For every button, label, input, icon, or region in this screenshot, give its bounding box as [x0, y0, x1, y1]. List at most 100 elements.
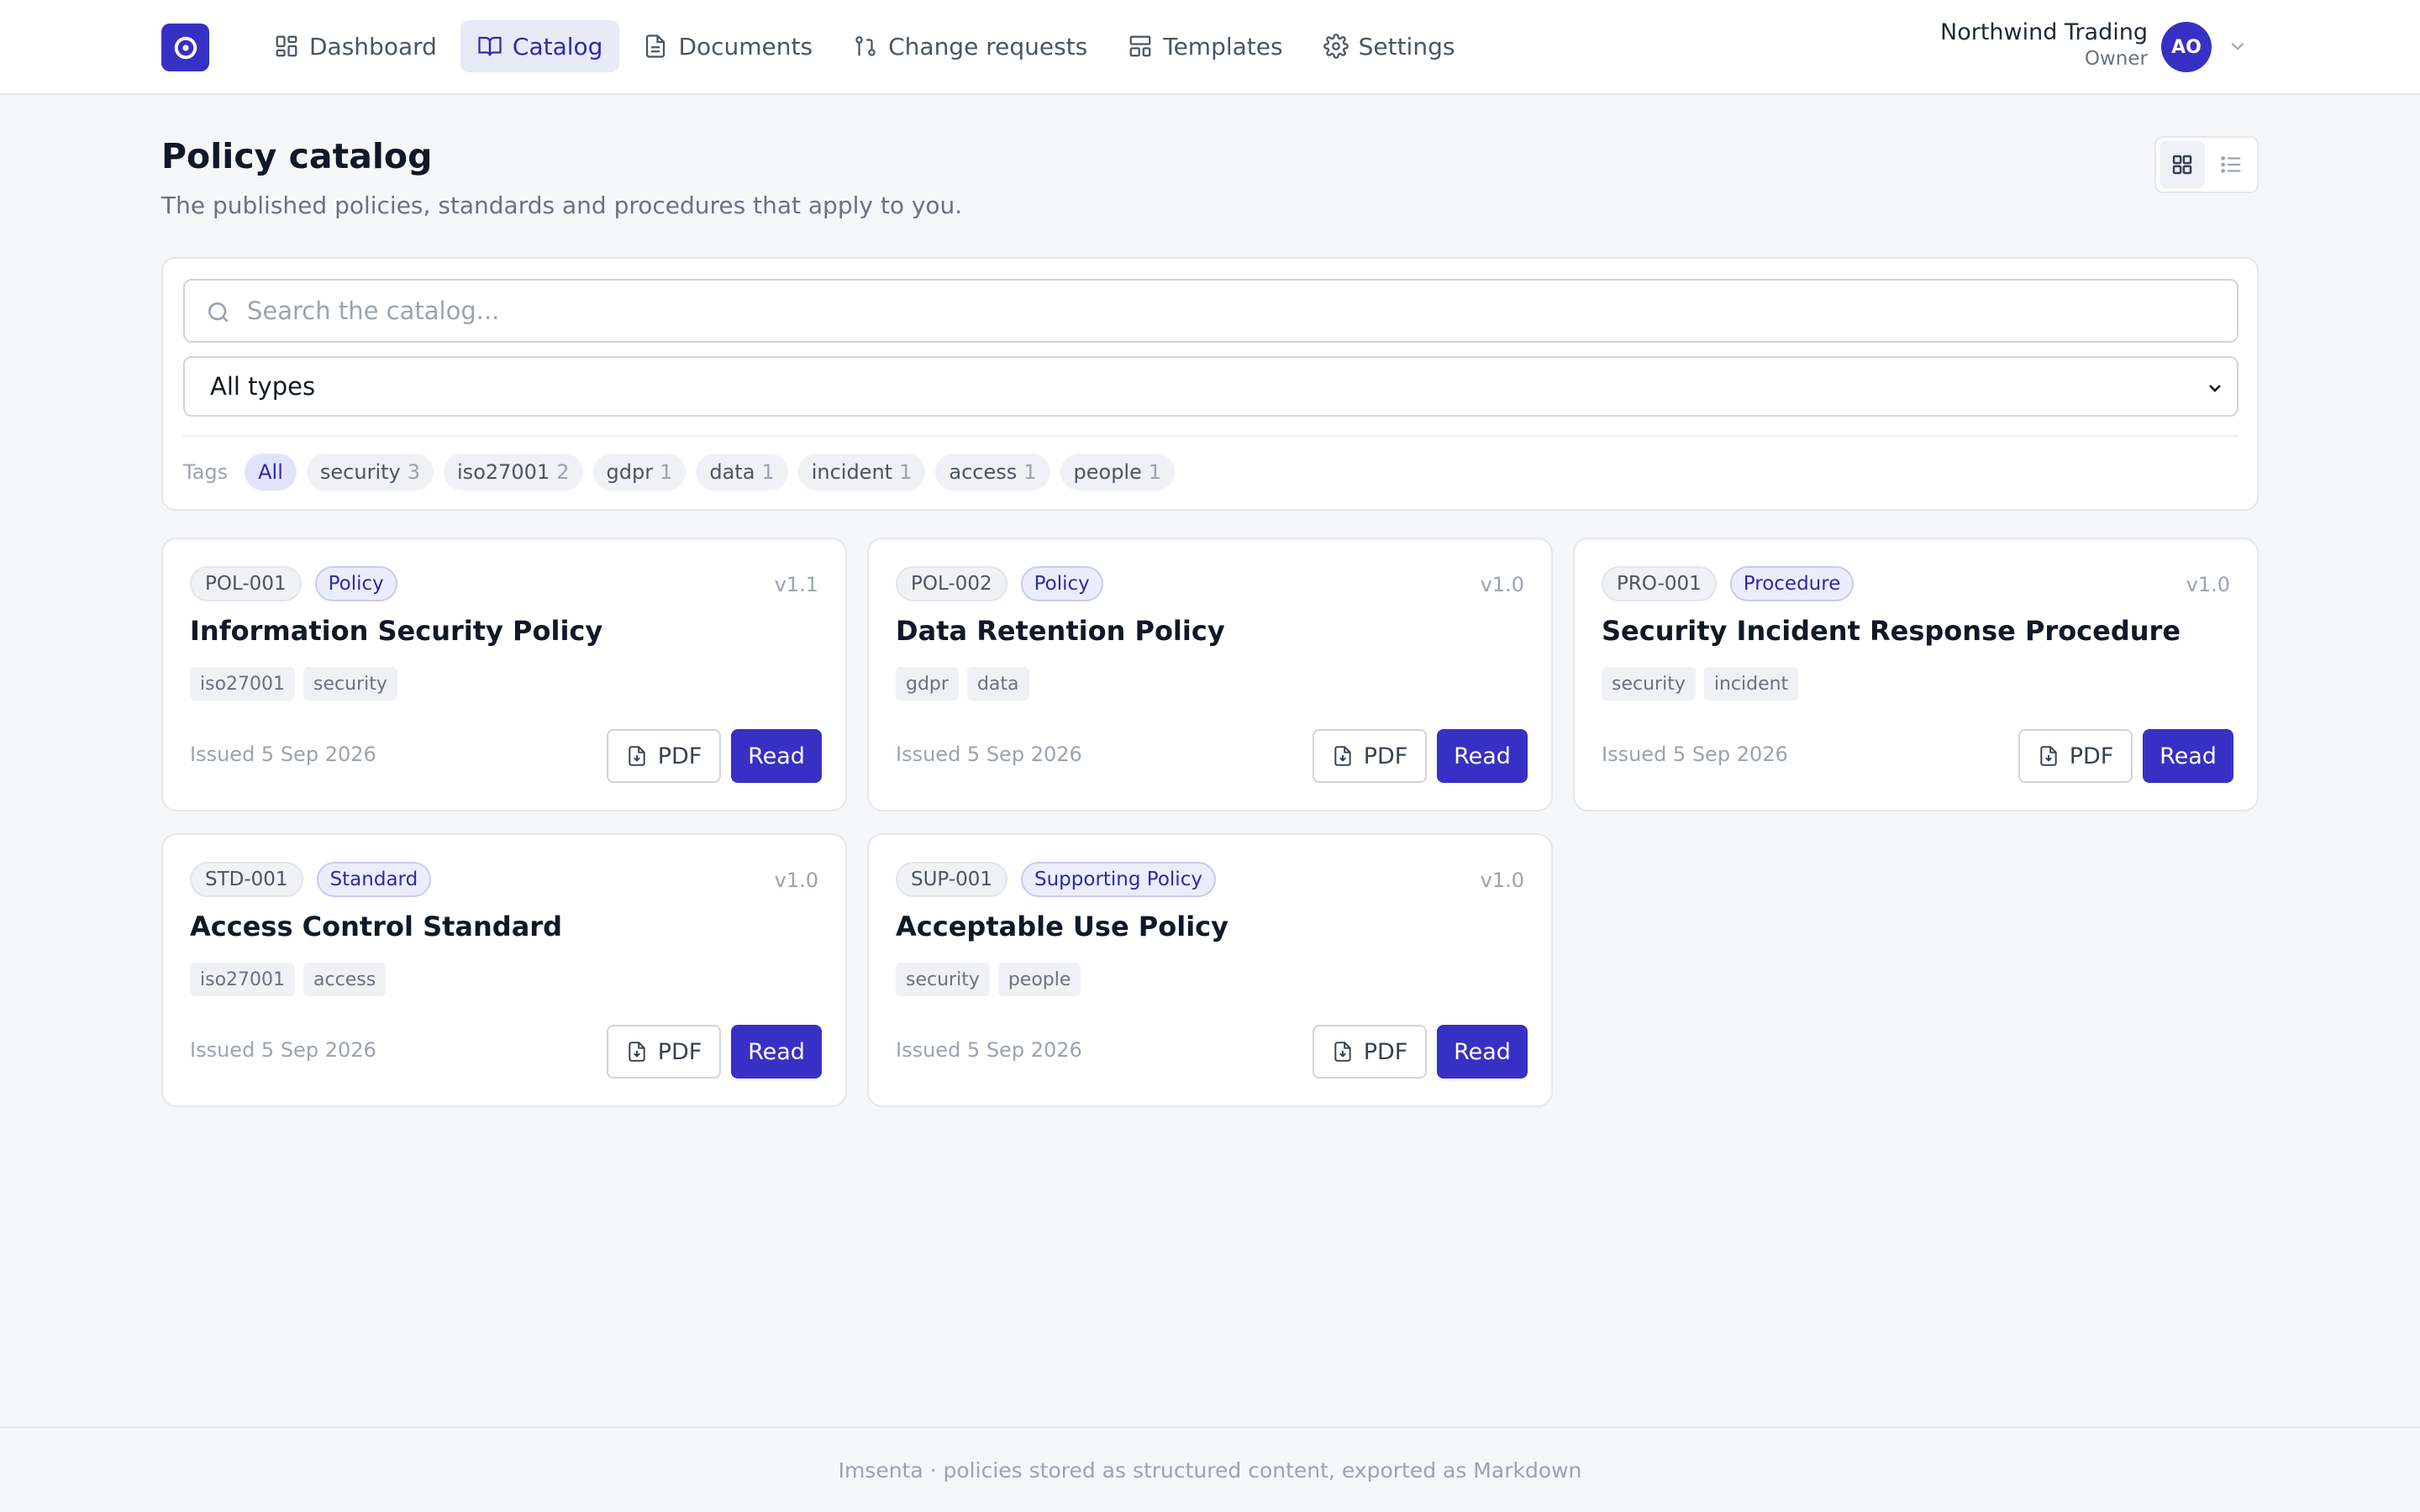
card-tag: security	[896, 963, 990, 996]
card-tag: gdpr	[896, 667, 959, 701]
nav-label: Templates	[1163, 32, 1283, 60]
footer-text: Imsenta · policies stored as structured …	[838, 1457, 1582, 1483]
tag-label: data	[709, 460, 755, 484]
nav-item-documents[interactable]: Documents	[626, 20, 829, 72]
card-tag: incident	[1703, 667, 1799, 701]
tag-label: people	[1073, 460, 1142, 484]
file-download-icon	[629, 1042, 645, 1062]
nav-item-dashboard[interactable]: Dashboard	[257, 20, 454, 72]
document-type-badge: Standard	[316, 862, 432, 897]
template-layout-icon	[1129, 35, 1151, 57]
card-title[interactable]: Data Retention Policy	[896, 615, 1225, 647]
file-download-icon	[1334, 746, 1351, 766]
pdf-download-button[interactable]: PDF	[607, 729, 721, 783]
policy-card[interactable]: POL-002 Policy v1.0 Data Retention Polic…	[867, 538, 1553, 811]
list-icon	[2221, 156, 2241, 173]
document-type-badge: Policy	[314, 566, 397, 601]
pdf-download-button[interactable]: PDF	[607, 1025, 721, 1079]
gear-icon	[1323, 34, 1349, 59]
top-navigation-bar: Dashboard Catalog Documents Change reque…	[0, 0, 2420, 95]
user-role: Owner	[2084, 48, 2148, 70]
tag-filter-data[interactable]: data 1	[696, 454, 788, 491]
tag-label: access	[949, 460, 1018, 484]
tag-label: All	[258, 460, 283, 484]
nav-label: Change requests	[888, 32, 1088, 60]
read-button[interactable]: Read	[1437, 1025, 1528, 1079]
nav-label: Catalog	[512, 32, 603, 60]
tag-count: 1	[899, 460, 913, 484]
org-name: Northwind Trading	[1940, 19, 2148, 45]
card-title[interactable]: Security Incident Response Procedure	[1602, 615, 2181, 647]
tag-label: gdpr	[606, 460, 654, 484]
version-label: v1.0	[2186, 573, 2230, 596]
list-view-button[interactable]	[2208, 141, 2254, 188]
tag-filter-gdpr[interactable]: gdpr 1	[592, 454, 687, 491]
pdf-download-button[interactable]: PDF	[2018, 729, 2133, 783]
app-logo-icon[interactable]	[161, 24, 209, 71]
grid-icon	[2172, 155, 2192, 175]
card-title[interactable]: Access Control Standard	[190, 911, 562, 942]
policy-card[interactable]: PRO-001 Procedure v1.0 Security Incident…	[1573, 538, 2259, 811]
tag-filter-access[interactable]: access 1	[935, 454, 1050, 491]
card-tag: security	[303, 667, 397, 701]
nav-item-templates[interactable]: Templates	[1111, 20, 1299, 72]
file-download-icon	[2040, 746, 2057, 766]
document-code-badge: POL-001	[190, 566, 302, 601]
tag-count: 1	[1148, 460, 1162, 484]
file-download-icon	[1334, 1042, 1351, 1062]
policy-card[interactable]: STD-001 Standard v1.0 Access Control Sta…	[161, 833, 847, 1107]
card-tag: data	[966, 667, 1029, 701]
read-button[interactable]: Read	[731, 729, 822, 783]
policy-card[interactable]: SUP-001 Supporting Policy v1.0 Acceptabl…	[867, 833, 1553, 1107]
document-type-badge: Procedure	[1729, 566, 1854, 601]
chevron-down-icon	[2209, 385, 2221, 392]
issued-date: Issued 5 Sep 2026	[896, 743, 1082, 766]
search-box	[183, 279, 2238, 343]
grid-view-button[interactable]	[2160, 141, 2205, 188]
tag-filter-people[interactable]: people 1	[1060, 454, 1176, 491]
tag-label: security	[319, 460, 401, 484]
tag-filter-all[interactable]: All	[245, 454, 297, 491]
card-title[interactable]: Information Security Policy	[190, 615, 602, 647]
avatar[interactable]: AO	[2161, 22, 2212, 72]
document-code-badge: PRO-001	[1602, 566, 1717, 601]
type-filter-select[interactable]: All types	[183, 356, 2238, 417]
policy-card[interactable]: POL-001 Policy v1.1 Information Security…	[161, 538, 847, 811]
version-label: v1.0	[1480, 869, 1524, 892]
document-code-badge: SUP-001	[896, 862, 1007, 897]
footer: Imsenta · policies stored as structured …	[0, 1426, 2420, 1512]
tag-count: 1	[660, 460, 673, 484]
version-label: v1.0	[1480, 573, 1524, 596]
version-label: v1.0	[774, 869, 818, 892]
pdf-download-button[interactable]: PDF	[1313, 729, 1427, 783]
page-subtitle: The published policies, standards and pr…	[161, 192, 963, 219]
tag-count: 1	[1023, 460, 1037, 484]
view-toggle	[2154, 136, 2259, 193]
org-switcher[interactable]: Northwind Trading Owner	[1940, 18, 2148, 71]
chevron-down-icon[interactable]	[2227, 35, 2249, 57]
git-pull-request-icon	[855, 36, 876, 56]
nav-item-change-requests[interactable]: Change requests	[836, 20, 1104, 72]
page-title: Policy catalog	[161, 136, 433, 176]
read-button[interactable]: Read	[1437, 729, 1528, 783]
tag-filter-incident[interactable]: incident 1	[797, 454, 926, 491]
search-input[interactable]	[247, 281, 2222, 341]
filter-panel: All types Tags All security3 iso270012 g…	[161, 257, 2259, 511]
issued-date: Issued 5 Sep 2026	[190, 1038, 376, 1062]
card-tag: iso27001	[190, 963, 296, 996]
card-title[interactable]: Acceptable Use Policy	[896, 911, 1228, 942]
tag-filter-row: Tags All security 3 iso27001 2 gdpr 1 data 1…	[183, 452, 1176, 492]
tag-filter-iso27001[interactable]: iso27001 2	[444, 454, 583, 491]
read-button[interactable]: Read	[731, 1025, 822, 1079]
nav-item-settings[interactable]: Settings	[1307, 20, 1472, 72]
type-filter-value: All types	[210, 372, 316, 401]
read-button[interactable]: Read	[2143, 729, 2233, 783]
pdf-download-button[interactable]: PDF	[1313, 1025, 1427, 1079]
nav-item-catalog[interactable]: Catalog	[460, 20, 620, 72]
nav-label: Dashboard	[309, 32, 437, 60]
document-icon	[646, 34, 666, 58]
tag-filter-security[interactable]: security 3	[306, 454, 434, 491]
main-nav: Dashboard Catalog Documents Change reque…	[257, 20, 1471, 72]
nav-label: Settings	[1358, 32, 1455, 60]
document-type-badge: Supporting Policy	[1021, 862, 1216, 897]
